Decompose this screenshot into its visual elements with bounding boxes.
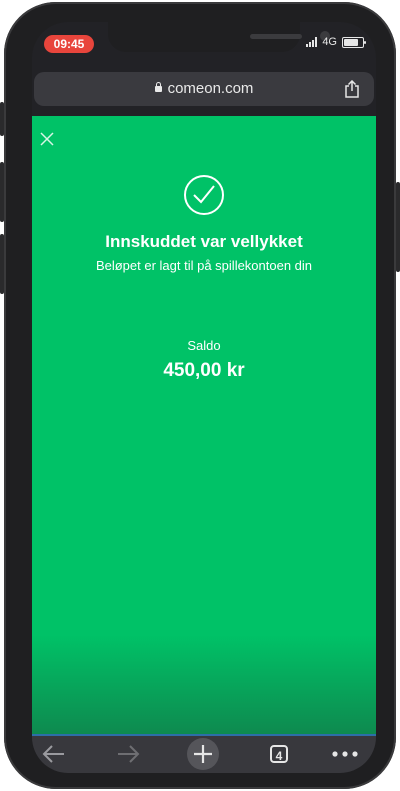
more-button[interactable] — [330, 741, 360, 767]
plus-icon — [187, 738, 219, 770]
status-time: 09:45 — [44, 35, 94, 53]
volume-down-button — [0, 234, 4, 294]
success-title: Innskuddet var vellykket — [105, 232, 303, 251]
back-button[interactable] — [40, 741, 68, 767]
forward-button[interactable] — [114, 741, 142, 767]
check-circle-icon — [184, 175, 224, 215]
forward-arrow-icon — [118, 745, 140, 763]
tabs-button[interactable]: 4 — [266, 741, 292, 767]
battery-icon — [342, 36, 366, 48]
speaker — [250, 34, 302, 39]
power-button — [396, 182, 400, 272]
mute-switch — [0, 102, 4, 136]
lock-icon — [154, 82, 162, 92]
notch — [108, 22, 330, 52]
close-icon[interactable] — [39, 131, 55, 147]
tabs-icon: 4 — [270, 745, 288, 763]
success-subtitle: Beløpet er lagt til på spillekontoen din — [95, 258, 313, 273]
balance-value: 450,00 kr — [163, 360, 245, 381]
new-tab-button[interactable] — [186, 738, 220, 770]
signal-icon — [306, 37, 318, 47]
phone-frame: 09:45 4G comeon.com Innskuddet var velly… — [0, 2, 400, 789]
address-bar[interactable]: comeon.com — [34, 72, 374, 106]
share-icon[interactable] — [344, 80, 360, 98]
balance-label: Saldo — [187, 338, 221, 353]
url-display[interactable]: comeon.com — [34, 80, 374, 97]
screen: 09:45 4G comeon.com Innskuddet var velly… — [32, 22, 376, 773]
more-icon — [332, 751, 358, 757]
browser-toolbar: 4 — [32, 734, 376, 773]
url-text: comeon.com — [167, 80, 254, 97]
status-indicators: 4G — [306, 36, 366, 48]
volume-up-button — [0, 162, 4, 222]
deposit-success-panel: Innskuddet var vellykket Beløpet er lagt… — [32, 116, 376, 734]
back-arrow-icon — [42, 745, 64, 763]
network-type: 4G — [322, 36, 337, 48]
